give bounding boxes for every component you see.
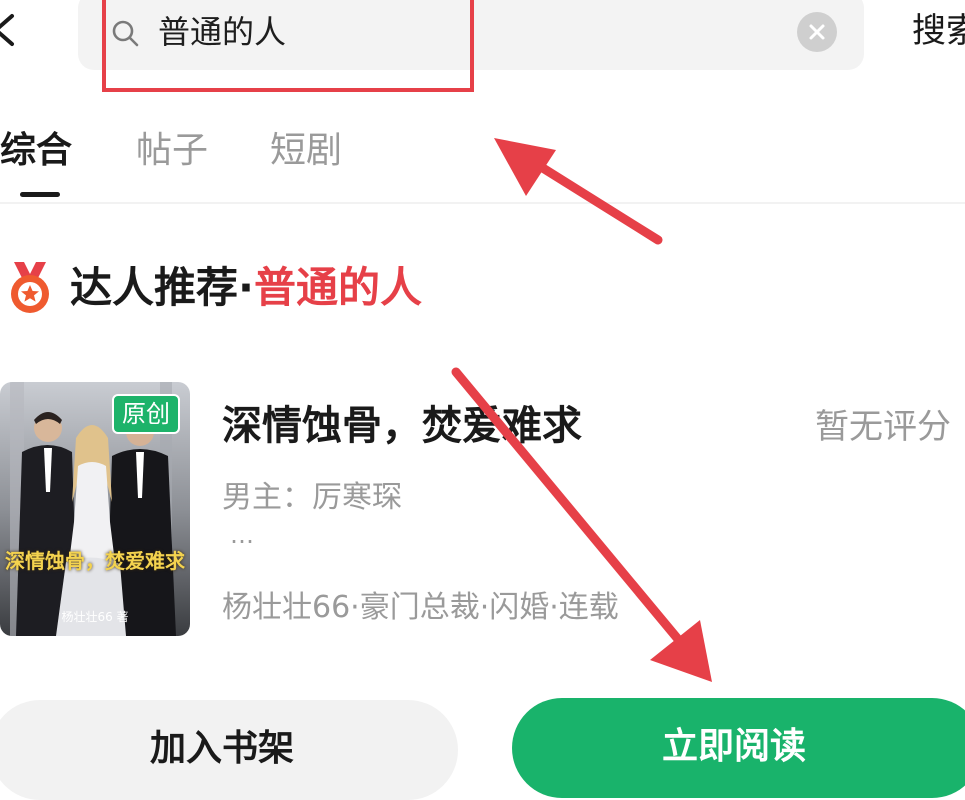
chevron-left-icon[interactable] — [0, 10, 26, 50]
badge-original: 原创 — [112, 394, 180, 434]
annotation-highlight-box — [102, 0, 474, 92]
book-description: 男主：厉寒琛 — [222, 480, 402, 515]
tab-short-drama[interactable]: 短剧 — [270, 126, 342, 176]
add-to-shelf-label: 加入书架 — [150, 728, 295, 769]
section-title: 达人推荐·普通的人 — [70, 258, 422, 318]
book-card[interactable]: 原创 深情蚀骨，焚爱难求 杨壮壮66 著 深情蚀骨，焚爱难求 暂无评分 男主：厉… — [0, 380, 965, 650]
tab-posts[interactable]: 帖子 — [136, 126, 208, 176]
medal-icon — [11, 262, 49, 313]
divider — [0, 202, 965, 204]
section-title-prefix: 达人推荐· — [70, 263, 254, 312]
tab-active-indicator — [20, 192, 60, 197]
book-meta: 杨壮壮66·豪门总裁·闪婚·连载 — [222, 590, 619, 625]
read-now-button[interactable]: 立即阅读 — [512, 698, 965, 798]
book-cover[interactable]: 原创 深情蚀骨，焚爱难求 杨壮壮66 著 — [0, 382, 190, 636]
tab-comprehensive[interactable]: 综合 — [0, 126, 72, 176]
result-tabs: 综合 帖子 短剧 — [0, 120, 965, 200]
search-button[interactable]: 搜索 — [912, 6, 965, 56]
book-description-more: … — [230, 521, 258, 549]
section-keyword: 普通的人 — [253, 263, 422, 312]
cover-title-text: 深情蚀骨，焚爱难求 — [5, 549, 185, 573]
book-rating: 暂无评分 — [815, 407, 951, 447]
cover-author-text: 杨壮壮66 著 — [61, 610, 129, 624]
read-now-label: 立即阅读 — [662, 726, 807, 767]
add-to-shelf-button[interactable]: 加入书架 — [0, 700, 458, 800]
book-title[interactable]: 深情蚀骨，焚爱难求 — [222, 398, 582, 454]
section-header: 达人推荐·普通的人 — [8, 256, 768, 326]
clear-icon[interactable] — [797, 12, 837, 52]
